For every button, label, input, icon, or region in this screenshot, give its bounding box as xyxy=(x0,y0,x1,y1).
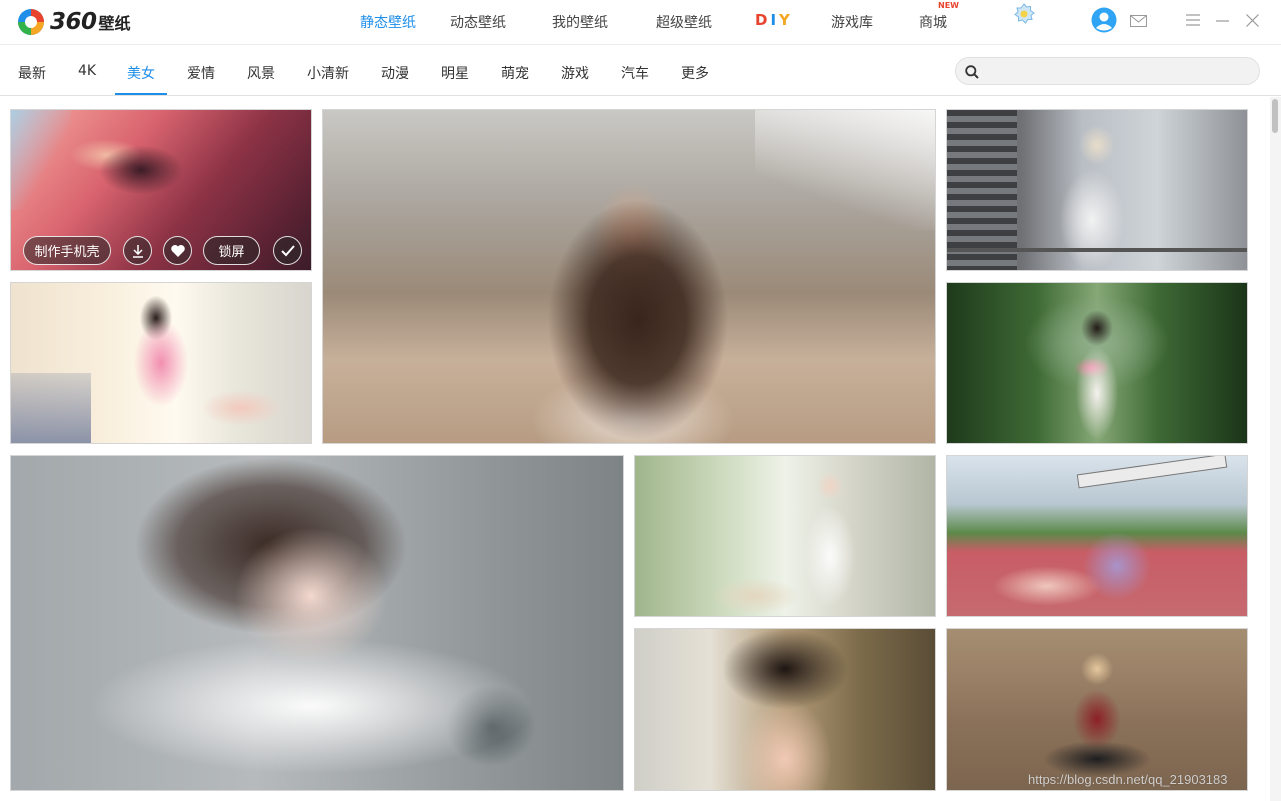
check-icon xyxy=(280,244,295,256)
category-games[interactable]: 游戏 xyxy=(561,63,589,83)
light-streak xyxy=(11,110,71,210)
wallpaper-tile[interactable] xyxy=(10,282,312,444)
category-love[interactable]: 爱情 xyxy=(187,63,215,83)
wallpaper-tile[interactable] xyxy=(322,109,936,444)
user-avatar-icon[interactable] xyxy=(1091,7,1117,33)
download-button[interactable] xyxy=(123,236,152,265)
nav-super-wallpaper[interactable]: 超级壁纸 xyxy=(656,12,712,32)
logo-subtitle: 壁纸 xyxy=(98,14,131,33)
wallpaper-photo xyxy=(635,456,935,616)
nav-game-library[interactable]: 游戏库 xyxy=(831,12,873,32)
category-4k[interactable]: 4K xyxy=(78,63,96,79)
wallpaper-tile[interactable] xyxy=(946,282,1248,444)
heart-icon xyxy=(170,244,185,257)
mail-icon[interactable] xyxy=(1130,15,1147,27)
wallpaper-tile[interactable] xyxy=(634,628,936,791)
category-latest[interactable]: 最新 xyxy=(18,63,46,83)
title-bar: 360 壁纸 静态壁纸 动态壁纸 我的壁纸 超级壁纸 DIY 游戏库 商城 NE… xyxy=(0,0,1281,45)
building-shape xyxy=(947,110,1017,270)
sky-glow xyxy=(755,110,935,230)
category-more[interactable]: 更多 xyxy=(681,63,709,83)
gear-badge-icon[interactable] xyxy=(1013,3,1035,25)
category-fresh[interactable]: 小清新 xyxy=(307,63,349,83)
logo-icon xyxy=(18,9,44,35)
nav-dynamic-wallpaper[interactable]: 动态壁纸 xyxy=(450,12,506,32)
nav-static-wallpaper[interactable]: 静态壁纸 xyxy=(360,12,416,32)
diy-letter-i: I xyxy=(770,11,780,29)
wallpaper-tile[interactable] xyxy=(10,455,624,791)
wallpaper-photo xyxy=(947,283,1247,443)
vertical-scrollbar[interactable] xyxy=(1270,97,1281,801)
menu-icon[interactable] xyxy=(1186,14,1200,26)
wallpaper-photo xyxy=(635,629,935,790)
category-bar: 最新 4K 美女 爱情 风景 小清新 动漫 明星 萌宠 游戏 汽车 更多 xyxy=(0,46,1281,96)
app-logo[interactable]: 360 壁纸 xyxy=(16,6,131,38)
wallpaper-photo xyxy=(947,629,1247,790)
category-beauty[interactable]: 美女 xyxy=(127,63,155,83)
search-input[interactable] xyxy=(988,62,1248,82)
search-icon[interactable] xyxy=(965,65,979,79)
nav-diy[interactable]: DIY xyxy=(755,11,793,29)
category-scenery[interactable]: 风景 xyxy=(247,63,275,83)
category-anime[interactable]: 动漫 xyxy=(381,63,409,83)
pillow-shape xyxy=(11,373,91,443)
logo-text: 360 xyxy=(50,9,97,35)
wallpaper-tile[interactable] xyxy=(946,455,1248,617)
nav-store[interactable]: 商城 xyxy=(919,12,947,32)
wallpaper-tile[interactable] xyxy=(946,628,1248,791)
watermark-text: https://blog.csdn.net/qq_21903183 xyxy=(1028,772,1228,787)
diy-letter-y: Y xyxy=(779,11,793,29)
wallpaper-tile[interactable] xyxy=(634,455,936,617)
railing-shape xyxy=(947,248,1247,252)
wallpaper-tile[interactable]: 制作手机壳 锁屏 xyxy=(10,109,312,271)
minimize-icon[interactable] xyxy=(1216,19,1229,23)
category-cars[interactable]: 汽车 xyxy=(621,63,649,83)
category-celebrity[interactable]: 明星 xyxy=(441,63,469,83)
diy-letter-d: D xyxy=(755,11,771,29)
active-category-underline xyxy=(115,93,167,95)
set-wallpaper-button[interactable] xyxy=(273,236,302,265)
lock-screen-button[interactable]: 锁屏 xyxy=(203,236,260,265)
new-badge: NEW xyxy=(938,1,959,10)
scrollbar-thumb[interactable] xyxy=(1272,99,1278,133)
tile-action-bar: 制作手机壳 锁屏 xyxy=(11,230,311,270)
search-box[interactable] xyxy=(955,57,1260,85)
wallpaper-grid: 制作手机壳 锁屏 xyxy=(0,97,1270,801)
wallpaper-tile[interactable] xyxy=(946,109,1248,271)
favorite-button[interactable] xyxy=(163,236,192,265)
close-icon[interactable] xyxy=(1246,14,1259,27)
nav-my-wallpaper[interactable]: 我的壁纸 xyxy=(552,12,608,32)
download-icon xyxy=(132,244,143,258)
wallpaper-photo xyxy=(11,456,623,790)
make-phone-case-button[interactable]: 制作手机壳 xyxy=(23,236,111,265)
category-pets[interactable]: 萌宠 xyxy=(501,63,529,83)
